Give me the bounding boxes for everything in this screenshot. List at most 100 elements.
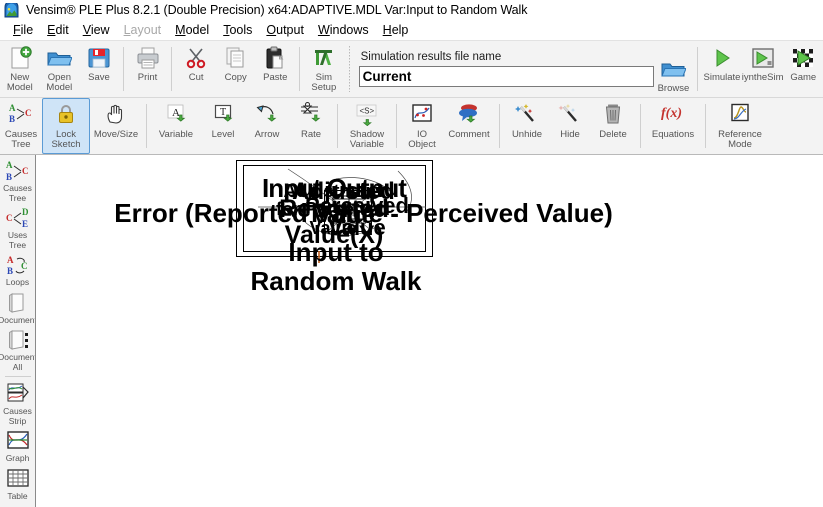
open-model-button[interactable]: Open Model: [40, 41, 80, 97]
reference-mode-icon: [727, 102, 753, 128]
vensim-application-window: Vensim® PLE Plus 8.2.1 (Double Precision…: [0, 0, 823, 507]
menu-output[interactable]: Output: [259, 22, 311, 39]
loops-icon: A B C: [5, 253, 31, 277]
delete-button[interactable]: Delete: [590, 98, 636, 154]
copy-pages-icon: [223, 45, 249, 71]
cut-button[interactable]: Cut: [176, 41, 216, 97]
synthesim-icon: [750, 45, 776, 71]
sidebar-document-all-label: Document All: [0, 352, 36, 372]
simulate-button[interactable]: Simulate: [702, 41, 742, 97]
trash-can-icon: [600, 102, 626, 128]
sidebar-item-graph[interactable]: Graph: [1, 427, 35, 465]
clipboard-icon: [262, 45, 288, 71]
sketch-toolbar: A B C Causes Tree Lock Sketch Move/Size …: [0, 98, 823, 155]
browse-label: Browse: [657, 83, 690, 94]
svg-text:D: D: [22, 207, 29, 217]
save-label: Save: [88, 72, 110, 83]
variable-button[interactable]: A Variable: [151, 98, 201, 154]
sidebar-item-uses-tree[interactable]: C D E Uses Tree: [1, 204, 35, 251]
svg-text:C: C: [21, 261, 28, 271]
sim-setup-button[interactable]: Sim Setup: [304, 41, 344, 97]
unhide-button[interactable]: Unhide: [504, 98, 550, 154]
unhide-wand-icon: [514, 102, 540, 128]
arrow-label: Arrow: [254, 129, 280, 140]
synthesim-button[interactable]: iyntheSim: [742, 41, 784, 97]
hide-button[interactable]: Hide: [550, 98, 590, 154]
svg-text:A: A: [9, 103, 16, 113]
simulation-results-caption: Simulation results file name: [360, 51, 502, 63]
uses-tree-icon: C D E: [5, 206, 31, 230]
game-button[interactable]: Game: [784, 41, 823, 97]
svg-text:B: B: [6, 172, 12, 182]
sketch-separator-1: [146, 104, 147, 148]
io-object-icon: [409, 102, 435, 128]
document-all-icon: [5, 328, 31, 352]
causes-strip-icon: [5, 382, 31, 406]
hide-label: Hide: [560, 129, 580, 140]
rate-button[interactable]: Rate: [289, 98, 333, 154]
sidebar-item-table[interactable]: Table: [1, 465, 35, 503]
paste-button[interactable]: Paste: [255, 41, 295, 97]
reference-mode-button[interactable]: Reference Mode: [710, 98, 770, 154]
comment-label: Comment: [448, 129, 490, 140]
level-button[interactable]: T Level: [201, 98, 245, 154]
fx-equations-icon: f(x): [660, 102, 686, 128]
menu-view[interactable]: View: [76, 22, 117, 39]
table-icon: [5, 467, 31, 491]
sidebar-item-document-all[interactable]: Document All: [0, 326, 36, 373]
sketch-separator-4: [499, 104, 500, 148]
paste-label: Paste: [263, 72, 288, 83]
floppy-disk-icon: [86, 45, 112, 71]
stock-level-box: [324, 190, 372, 232]
svg-text:A: A: [6, 160, 13, 170]
synthesim-label: iyntheSim: [741, 72, 784, 83]
sidebar-causes-tree-label: Causes Tree: [3, 183, 32, 203]
browse-button[interactable]: Browse: [654, 41, 694, 97]
print-label: Print: [137, 72, 158, 83]
sidebar-item-causes-tree[interactable]: A B C Causes Tree: [1, 157, 35, 204]
unhide-label: Unhide: [511, 129, 543, 140]
copy-button[interactable]: Copy: [216, 41, 256, 97]
causes-tree-toolbar-button[interactable]: A B C Causes Tree: [0, 98, 42, 154]
sidebar-causes-strip-label: Causes Strip: [3, 406, 32, 426]
print-button[interactable]: Print: [128, 41, 168, 97]
svg-text:C: C: [25, 108, 32, 118]
document-icon: [5, 291, 31, 315]
sidebar-item-loops[interactable]: A B C Loops: [1, 251, 35, 289]
new-model-button[interactable]: New Model: [0, 41, 40, 97]
move-size-button[interactable]: Move/Size: [90, 98, 142, 154]
arrow-button[interactable]: Arrow: [245, 98, 289, 154]
rate-valve-icon: [298, 102, 324, 128]
svg-text:f(x): f(x): [661, 106, 682, 121]
simulation-results-input[interactable]: [358, 66, 654, 87]
hand-move-icon: [103, 102, 129, 128]
sidebar-item-causes-strip[interactable]: Causes Strip: [1, 380, 35, 427]
save-button[interactable]: Save: [79, 41, 119, 97]
sim-setup-icon: [311, 45, 337, 71]
menu-edit[interactable]: Edit: [40, 22, 76, 39]
equations-button[interactable]: f(x) Equations: [645, 98, 701, 154]
menu-windows[interactable]: Windows: [311, 22, 376, 39]
shadow-variable-button[interactable]: <S> Shadow Variable: [342, 98, 392, 154]
game-label: Game: [790, 72, 817, 83]
svg-text:A: A: [7, 255, 14, 265]
game-checkered-icon: [790, 45, 816, 71]
sidebar-uses-tree-label: Uses Tree: [7, 230, 28, 250]
sidebar-document-label: Document: [0, 314, 36, 325]
arrow-tool-icon: [254, 102, 280, 128]
cut-label: Cut: [188, 72, 204, 83]
lock-sketch-button[interactable]: Lock Sketch: [42, 98, 90, 154]
menu-file[interactable]: File: [6, 22, 40, 39]
new-model-label: New Model: [6, 72, 33, 93]
comment-button[interactable]: Comment: [443, 98, 495, 154]
scissors-icon: [183, 45, 209, 71]
toolbar-separator-3: [299, 47, 301, 91]
svg-text:E: E: [22, 219, 28, 229]
io-object-button[interactable]: IO Object: [401, 98, 443, 154]
menu-model[interactable]: Model: [168, 22, 216, 39]
sketch-canvas[interactable]: Error (Reported Value - Perceived Value)…: [36, 155, 823, 507]
sidebar-item-document[interactable]: Document: [0, 289, 36, 327]
sidebar-graph-label: Graph: [5, 453, 30, 463]
menu-help[interactable]: Help: [376, 22, 416, 39]
menu-tools[interactable]: Tools: [216, 22, 259, 39]
